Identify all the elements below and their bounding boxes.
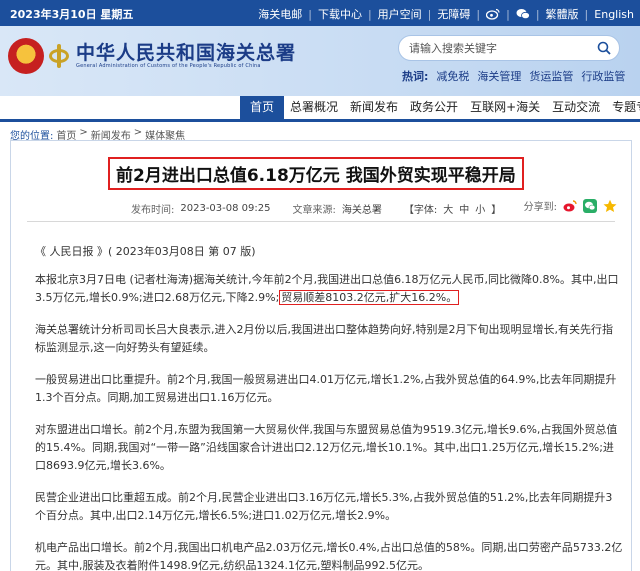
font-size-end: 】 — [491, 205, 502, 216]
source-label: 文章来源: — [292, 205, 336, 216]
hot-words: 热词: 减免税 海关管理 货运监管 行政监管 — [402, 68, 625, 84]
nav-item-special-topics[interactable]: 专题专栏 — [606, 96, 640, 119]
hot-words-label: 热词: — [402, 70, 429, 83]
article-container: 前2月进出口总值6.18万亿元 我国外贸实现平稳开局 发布时间: 2023-03… — [10, 140, 632, 571]
article-paragraph: 民营企业进出口比重超五成。前2个月,民营企业进出口3.16万亿元,增长5.3%,… — [35, 491, 613, 522]
separator: | — [308, 7, 312, 21]
nav-item-news[interactable]: 新闻发布 — [344, 96, 404, 119]
national-emblem-icon — [8, 38, 44, 74]
article-body: 《 人民日报 》( 2023年03月08日 第 07 版) 本报北京3月7日电 … — [35, 243, 623, 571]
main-nav: 首页 总署概况 新闻发布 政务公开 互联网+海关 互动交流 专题专栏 — [0, 96, 640, 122]
link-email[interactable]: 海关电邮 — [258, 6, 302, 22]
article-source-line: 《 人民日报 》( 2023年03月08日 第 07 版) — [35, 245, 256, 258]
font-size-large-button[interactable]: 大 — [443, 201, 453, 216]
separator: | — [535, 7, 540, 21]
nav-item-internet-customs[interactable]: 互联网+海关 — [464, 96, 546, 119]
top-utility-bar: 2023年3月10日 星期五 海关电邮 | 下载中心 | 用户空间 | 无障碍 … — [0, 0, 640, 26]
utility-links: 海关电邮 | 下载中心 | 用户空间 | 无障碍 | | | 繁體版 | Eng… — [258, 6, 634, 22]
separator: | — [367, 7, 372, 21]
weibo-share-icon[interactable] — [563, 199, 577, 213]
published-time: 2023-03-08 09:25 — [180, 203, 271, 214]
weibo-icon[interactable] — [486, 7, 500, 21]
current-date: 2023年3月10日 星期五 — [10, 8, 134, 21]
hot-word[interactable]: 海关管理 — [477, 68, 521, 84]
published-label: 发布时间: — [131, 205, 175, 216]
article-paragraph: 对东盟进出口增长。前2个月,东盟为我国第一大贸易伙伴,我国与东盟贸易总值为951… — [35, 423, 618, 472]
separator: | — [584, 7, 589, 21]
separator: | — [476, 7, 481, 21]
article-title-highlight: 前2月进出口总值6.18万亿元 我国外贸实现平稳开局 — [108, 157, 524, 190]
hot-word[interactable]: 行政监管 — [581, 68, 625, 84]
link-user-space[interactable]: 用户空间 — [378, 6, 422, 22]
hot-word[interactable]: 减免税 — [436, 68, 469, 84]
link-traditional-chinese[interactable]: 繁體版 — [546, 6, 579, 22]
nav-item-government-affairs[interactable]: 政务公开 — [404, 96, 464, 119]
site-title[interactable]: 中华人民共和国海关总署 — [76, 38, 296, 65]
link-download[interactable]: 下载中心 — [318, 6, 362, 22]
wechat-share-icon[interactable] — [583, 198, 597, 213]
article-title: 前2月进出口总值6.18万亿元 我国外贸实现平稳开局 — [116, 166, 516, 186]
hot-word[interactable]: 货运监管 — [529, 68, 573, 84]
link-accessibility[interactable]: 无障碍 — [437, 6, 470, 22]
article-paragraph: 一般贸易进出口比重提升。前2个月,我国一般贸易进出口4.01万亿元,增长1.2%… — [35, 373, 617, 404]
qzone-share-icon[interactable] — [603, 199, 617, 213]
nav-item-interaction[interactable]: 互动交流 — [546, 96, 606, 119]
separator: | — [427, 7, 432, 21]
site-header: 中华人民共和国海关总署 General Administration of Cu… — [0, 26, 640, 96]
separator: | — [506, 7, 510, 21]
search-input[interactable] — [399, 36, 589, 60]
share-bar: 分享到: — [524, 198, 617, 213]
search-icon[interactable] — [597, 41, 611, 55]
highlighted-text: 贸易顺差8103.2亿元,扩大16.2%。 — [279, 290, 460, 305]
font-size-medium-button[interactable]: 中 — [459, 201, 469, 216]
site-subtitle: General Administration of Customs of the… — [76, 63, 261, 69]
nav-item-home[interactable]: 首页 — [240, 96, 285, 119]
nav-item-overview[interactable]: 总署概况 — [284, 96, 344, 119]
font-size-label: 【字体: — [403, 205, 438, 216]
article-paragraph: 海关总署统计分析司司长吕大良表示,进入2月份以后,我国进出口整体趋势向好,特别是… — [35, 323, 613, 354]
article-meta: 发布时间: 2023-03-08 09:25 文章来源: 海关总署 【字体: 大… — [131, 201, 501, 216]
article-paragraph: 机电产品出口增长。前2个月,我国出口机电产品2.03万亿元,增长0.4%,占出口… — [35, 541, 623, 571]
share-label: 分享到: — [523, 202, 557, 213]
search-box — [398, 35, 620, 61]
article-paragraph: 本报北京3月7日电 (记者杜海涛)据海关统计,今年前2个月,我国进出口总值6.1… — [35, 271, 623, 307]
font-size-small-button[interactable]: 小 — [475, 201, 485, 216]
link-english[interactable]: English — [594, 8, 634, 21]
customs-badge-icon — [46, 40, 72, 70]
meta-divider — [27, 221, 615, 222]
wechat-icon[interactable] — [516, 7, 530, 21]
article-source: 海关总署 — [341, 205, 382, 216]
